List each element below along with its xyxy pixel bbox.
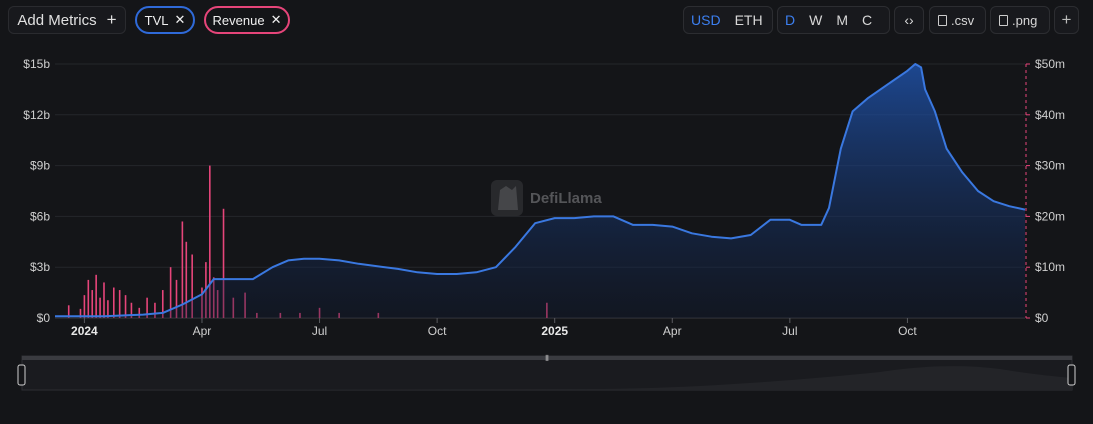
metric-chip-label: Revenue [212, 12, 265, 28]
code-icon: ‹› [904, 12, 914, 28]
x-axis-tick-label: 2025 [541, 324, 568, 338]
revenue-bar [103, 282, 105, 318]
metric-chip-tvl[interactable]: TVL ✕ [135, 6, 195, 34]
download-csv-button[interactable]: .csv [929, 6, 986, 34]
left-axis-tick-label: $6b [30, 209, 50, 223]
left-axis: $0 $3b $6b $9b $12b $15b [23, 57, 50, 325]
x-axis-tick-label: Apr [663, 324, 682, 338]
right-axis-tick-label: $40m [1035, 108, 1065, 122]
revenue-bar [99, 297, 101, 318]
watermark-text: DefiLlama [530, 190, 602, 207]
embed-button[interactable]: ‹› [894, 6, 924, 34]
chart-canvas: $0 $3b $6b $9b $12b $15b $0 $10m $20m $30m $40m $5… [17, 57, 1076, 391]
plus-icon: + [106, 10, 117, 29]
x-axis: 2024 Apr Jul Oct 2025 Apr Jul Oct [55, 317, 1025, 338]
more-options-button[interactable]: + [1054, 6, 1079, 34]
currency-option-usd[interactable]: USD [684, 12, 728, 28]
left-axis-tick-label: $3b [30, 260, 50, 274]
chart-toolbar: Add Metrics + TVL ✕ Revenue ✕ USD ETH D … [0, 0, 1093, 40]
right-axis-tick-label: $30m [1035, 159, 1065, 173]
download-png-label: .png [1012, 12, 1038, 28]
revenue-bar [91, 290, 94, 318]
watermark: DefiLlama [491, 180, 602, 216]
close-icon[interactable]: ✕ [174, 12, 185, 28]
metric-chip-label: TVL [144, 12, 169, 28]
revenue-bar [118, 290, 121, 318]
file-icon [938, 14, 947, 26]
file-icon [999, 14, 1008, 26]
x-axis-tick-label: Jul [782, 324, 797, 338]
granularity-toggle: D W M C [777, 6, 890, 34]
brush-handle-right[interactable] [1067, 364, 1076, 386]
left-axis-tick-label: $0 [37, 311, 51, 325]
right-axis-tick-label: $50m [1035, 57, 1065, 71]
range-brush[interactable]: ⦀ [17, 354, 1076, 391]
add-metrics-label: Add Metrics [17, 11, 97, 29]
granularity-option-weekly[interactable]: W [802, 12, 829, 28]
granularity-option-monthly[interactable]: M [829, 12, 855, 28]
x-axis-tick-label: Oct [898, 324, 917, 338]
granularity-option-daily[interactable]: D [778, 12, 802, 28]
x-axis-tick-label: Oct [428, 324, 447, 338]
llama-silhouette-icon [498, 186, 518, 210]
add-metrics-button[interactable]: Add Metrics + [8, 6, 126, 34]
plus-icon: + [1061, 10, 1072, 29]
download-png-button[interactable]: .png [990, 6, 1050, 34]
brush-handle-left[interactable] [17, 364, 26, 386]
currency-toggle: USD ETH [683, 6, 773, 34]
revenue-bar [83, 295, 86, 318]
revenue-bar [95, 274, 97, 318]
metric-chip-revenue[interactable]: Revenue ✕ [204, 6, 290, 34]
right-axis: $0 $10m $20m $30m $40m $50m [1025, 57, 1065, 325]
revenue-bar [112, 287, 115, 318]
granularity-option-cumulative[interactable]: C [855, 12, 879, 28]
x-axis-tick-label: Apr [193, 324, 212, 338]
left-axis-tick-label: $15b [23, 57, 50, 71]
download-csv-label: .csv [951, 12, 975, 28]
close-icon[interactable]: ✕ [271, 12, 282, 28]
right-axis-tick-label: $20m [1035, 209, 1065, 223]
x-axis-tick-label: Jul [312, 324, 327, 338]
right-axis-tick-label: $10m [1035, 260, 1065, 274]
revenue-bar [87, 279, 90, 318]
right-axis-tick-label: $0 [1035, 311, 1049, 325]
x-axis-tick-label: 2024 [71, 324, 98, 338]
currency-option-eth[interactable]: ETH [728, 12, 770, 28]
left-axis-tick-label: $12b [23, 108, 50, 122]
grip-icon[interactable]: ⦀ [545, 354, 549, 363]
left-axis-tick-label: $9b [30, 159, 50, 173]
